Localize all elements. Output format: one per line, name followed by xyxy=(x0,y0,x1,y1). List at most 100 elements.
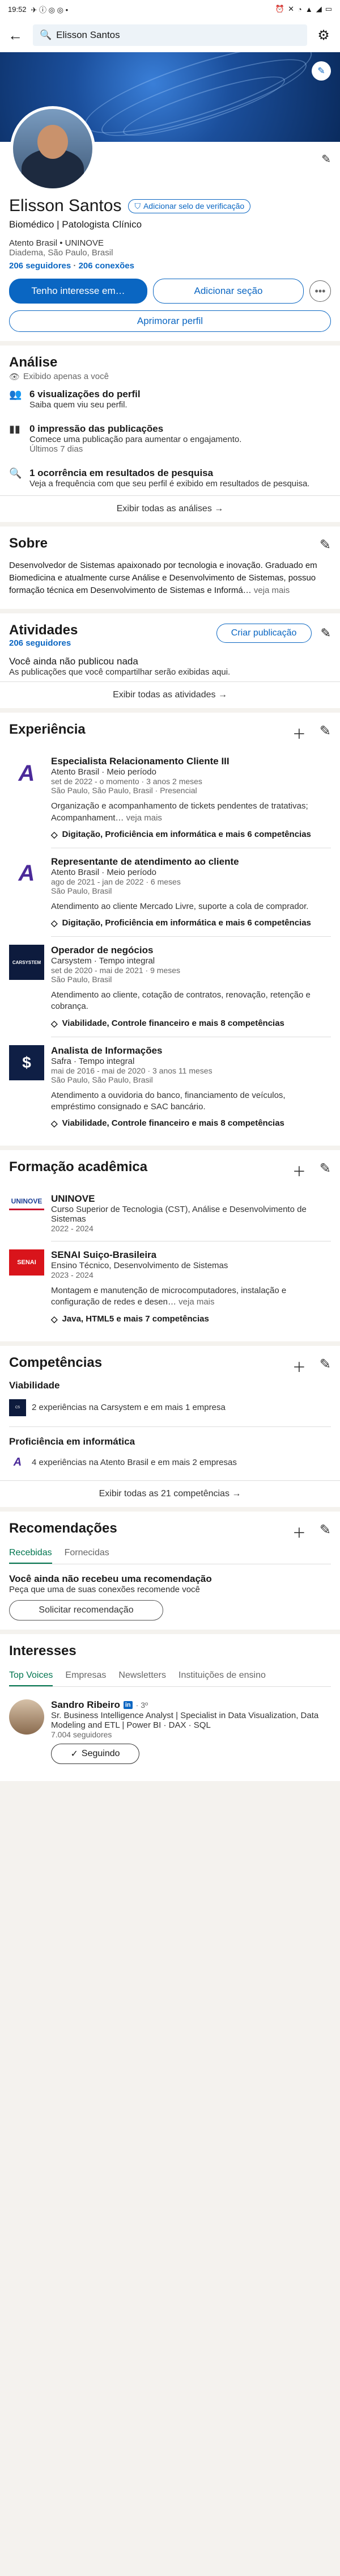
edit-skills-pencil-icon[interactable]: ✎ xyxy=(320,1356,331,1376)
job-location: São Paulo, Brasil xyxy=(51,886,112,895)
search-icon: 🔍 xyxy=(9,468,22,479)
add-section-button[interactable]: Adicionar seção xyxy=(153,279,304,304)
experience-item[interactable]: A Especialista Relacionamento Cliente II… xyxy=(9,748,331,848)
job-description: Atendimento a ouvidoria do banco, financ… xyxy=(51,1090,286,1112)
analytics-item-title: 0 impressão das publicações xyxy=(29,423,164,434)
job-skills[interactable]: Viabilidade, Controle financeiro e mais … xyxy=(62,1018,284,1029)
tab-top-voices[interactable]: Top Voices xyxy=(9,1665,53,1686)
education-section: Formação acadêmica ＋ ✎ UNINOVE UNINOVE C… xyxy=(0,1150,340,1341)
settings-gear-icon[interactable]: ⚙ xyxy=(315,27,332,44)
degree: Ensino Técnico, Desenvolvimento de Siste… xyxy=(51,1261,228,1270)
edit-profile-pencil-icon[interactable]: ✎ xyxy=(321,152,331,166)
see-more-link[interactable]: veja mais xyxy=(126,813,162,823)
edit-activity-pencil-icon[interactable]: ✎ xyxy=(321,626,331,641)
eye-icon: 👁 xyxy=(9,372,20,382)
show-all-activity-link[interactable]: Exibir todas as atividades → xyxy=(0,682,340,708)
atento-logo: A xyxy=(18,861,35,886)
tab-schools[interactable]: Instituições de ensino xyxy=(178,1665,266,1686)
education-item[interactable]: SENAI SENAI Suiço-Brasileira Ensino Técn… xyxy=(9,1241,331,1332)
job-skills[interactable]: Digitação, Proficiência em informática e… xyxy=(62,830,311,840)
skill-item[interactable]: Viabilidade CS 2 experiências na Carsyst… xyxy=(9,1380,331,1416)
experience-item[interactable]: $ Analista de Informações Safra · Tempo … xyxy=(9,1037,331,1137)
job-location: São Paulo, Brasil xyxy=(51,975,112,984)
job-location: São Paulo, São Paulo, Brasil xyxy=(51,1075,153,1084)
skill-item[interactable]: Proficiência em informática A 4 experiên… xyxy=(9,1436,331,1471)
system-icons: ⏰ ✕ ◔ ▲ ◢ ▭ xyxy=(275,5,332,14)
recommendations-section: Recomendações ＋ ✎ Recebidas Fornecidas V… xyxy=(0,1511,340,1630)
analytics-item[interactable]: ▮▮ 0 impressão das publicações Comece um… xyxy=(9,416,331,461)
analytics-item-sub: Veja a frequência com que seu perfil é e… xyxy=(29,479,310,489)
person-followers: 7.004 seguidores xyxy=(51,1729,112,1739)
network-stats[interactable]: 206 seguidores · 206 conexões xyxy=(9,261,331,271)
experience-item[interactable]: A Representante de atendimento ao client… xyxy=(9,848,331,936)
more-options-icon[interactable]: ••• xyxy=(309,280,331,302)
analytics-item-sub: Comece uma publicação para aumentar o en… xyxy=(29,435,242,444)
job-company: Atento Brasil · Meio período xyxy=(51,767,156,777)
create-post-button[interactable]: Criar publicação xyxy=(216,624,312,643)
add-verification-button[interactable]: ⛉ Adicionar selo de verificação xyxy=(128,199,251,213)
analytics-item[interactable]: 👥 6 visualizações do perfil Saiba quem v… xyxy=(9,382,331,416)
show-all-skills-link[interactable]: Exibir todas as 21 competências → xyxy=(0,1481,340,1507)
add-experience-plus-icon[interactable]: ＋ xyxy=(292,723,306,743)
edit-experience-pencil-icon[interactable]: ✎ xyxy=(320,723,331,743)
tab-newsletters[interactable]: Newsletters xyxy=(118,1665,166,1686)
education-title: Formação acadêmica xyxy=(9,1159,148,1175)
school-name: SENAI Suiço-Brasileira xyxy=(51,1249,157,1260)
job-title: Analista de Informações xyxy=(51,1045,163,1056)
job-dates: mai de 2016 - mai de 2020 · 3 anos 11 me… xyxy=(51,1066,212,1075)
education-dates: 2023 - 2024 xyxy=(51,1270,94,1279)
school-name: UNINOVE xyxy=(51,1193,95,1204)
back-arrow-icon[interactable]: ← xyxy=(8,27,25,44)
education-item[interactable]: UNINOVE UNINOVE Curso Superior de Tecnol… xyxy=(9,1185,331,1241)
analytics-item-title: 1 ocorrência em resultados de pesquisa xyxy=(29,468,214,478)
recommendations-title: Recomendações xyxy=(9,1520,117,1536)
person-avatar[interactable] xyxy=(9,1699,44,1735)
following-button[interactable]: ✓ Seguindo xyxy=(51,1743,139,1764)
profile-card: ✎ ✎ Elisson Santos ⛉ Adicionar selo de v… xyxy=(0,52,340,341)
education-skills[interactable]: Java, HTML5 e mais 7 competências xyxy=(62,1314,209,1324)
tab-received[interactable]: Recebidas xyxy=(9,1542,52,1564)
followers-count[interactable]: 206 seguidores xyxy=(9,261,71,271)
search-query: Elisson Santos xyxy=(56,30,120,40)
improve-profile-button[interactable]: Aprimorar perfil xyxy=(9,310,331,332)
skill-name: Viabilidade xyxy=(9,1379,60,1391)
job-skills[interactable]: Digitação, Proficiência em informática e… xyxy=(62,918,311,928)
job-skills[interactable]: Viabilidade, Controle financeiro e mais … xyxy=(62,1118,284,1129)
job-dates: set de 2020 - mai de 2021 · 9 meses xyxy=(51,966,181,975)
job-title: Especialista Relacionamento Cliente III xyxy=(51,756,230,767)
clock: 19:52 xyxy=(8,5,27,14)
tab-companies[interactable]: Empresas xyxy=(65,1665,106,1686)
edit-recommendations-pencil-icon[interactable]: ✎ xyxy=(320,1522,331,1542)
interest-person[interactable]: Sandro Ribeiro in · 3º Sr. Business Inte… xyxy=(9,1691,331,1772)
recommendations-empty-title: Você ainda não recebeu uma recomendação xyxy=(9,1573,212,1584)
shield-check-icon: ⛉ xyxy=(134,201,141,211)
recommendations-empty-sub: Peça que uma de suas conexões recomende … xyxy=(9,1584,200,1594)
tab-given[interactable]: Fornecidas xyxy=(65,1542,109,1564)
job-description: Atendimento ao cliente, cotação de contr… xyxy=(51,990,311,1012)
request-recommendation-button[interactable]: Solicitar recomendação xyxy=(9,1600,163,1620)
add-recommendation-plus-icon[interactable]: ＋ xyxy=(292,1522,306,1542)
search-input[interactable]: 🔍 Elisson Santos xyxy=(33,24,307,46)
analytics-item[interactable]: 🔍 1 ocorrência em resultados de pesquisa… xyxy=(9,461,331,495)
edit-about-pencil-icon[interactable]: ✎ xyxy=(320,537,331,553)
diamond-icon: ◇ xyxy=(51,830,58,840)
visibility-note: Exibido apenas a você xyxy=(23,372,109,381)
job-title: Operador de negócios xyxy=(51,945,154,956)
profile-location: Diadema, São Paulo, Brasil xyxy=(9,248,113,258)
job-dates: ago de 2021 - jan de 2022 · 6 meses xyxy=(51,877,181,886)
check-icon: ✓ xyxy=(70,1749,78,1759)
edit-banner-pencil-icon[interactable]: ✎ xyxy=(312,61,331,81)
carsystem-logo: CARSYSTEM xyxy=(9,945,44,980)
add-skill-plus-icon[interactable]: ＋ xyxy=(292,1356,306,1376)
experience-item[interactable]: CARSYSTEM Operador de negócios Carsystem… xyxy=(9,937,331,1037)
see-more-link[interactable]: veja mais xyxy=(178,1297,214,1307)
see-more-link[interactable]: veja mais xyxy=(254,586,290,595)
open-to-button[interactable]: Tenho interesse em… xyxy=(9,279,147,304)
show-all-analytics-link[interactable]: Exibir todas as análises → xyxy=(0,496,340,522)
analytics-section: Análise 👁 Exibido apenas a você 👥 6 visu… xyxy=(0,346,340,522)
activity-empty-title: Você ainda não publicou nada xyxy=(9,656,138,667)
edit-education-pencil-icon[interactable]: ✎ xyxy=(320,1160,331,1180)
profile-company: Atento Brasil • UNINOVE xyxy=(9,238,104,248)
add-education-plus-icon[interactable]: ＋ xyxy=(292,1160,306,1180)
connections-count[interactable]: 206 conexões xyxy=(79,261,134,271)
